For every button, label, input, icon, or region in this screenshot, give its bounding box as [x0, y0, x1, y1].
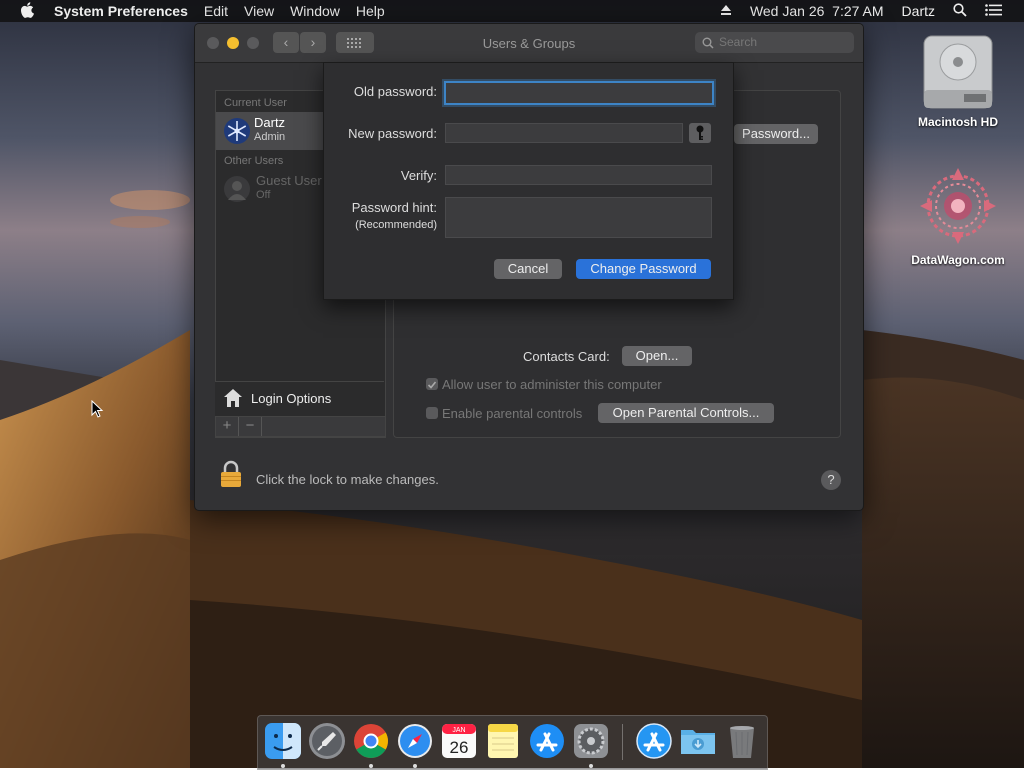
allow-admin-checkbox[interactable] — [426, 378, 438, 390]
notes-icon[interactable] — [484, 722, 522, 760]
verify-label: Verify: — [400, 168, 437, 183]
password-hint-recommended-label: (Recommended) — [355, 219, 437, 231]
notification-center-icon[interactable] — [985, 3, 1002, 19]
chrome-icon[interactable] — [352, 722, 390, 760]
login-options-item[interactable]: Login Options — [215, 381, 384, 416]
new-password-field[interactable] — [445, 123, 683, 143]
calendar-icon[interactable]: JAN 26 — [440, 722, 478, 760]
menu-app-name[interactable]: System Preferences — [54, 3, 188, 19]
add-user-button[interactable]: + — [216, 417, 239, 436]
datawagon-logo-icon — [920, 168, 996, 244]
current-user-header: Current User — [224, 97, 287, 109]
checkmark-icon — [427, 381, 437, 389]
eject-icon[interactable] — [720, 3, 732, 19]
spotlight-search-icon[interactable] — [953, 2, 967, 20]
parental-controls-label: Enable parental controls — [442, 406, 583, 421]
desktop-icon-datawagon[interactable]: DataWagon.com — [903, 166, 1013, 267]
menu-window[interactable]: Window — [290, 3, 340, 19]
house-icon — [224, 389, 242, 407]
running-indicator — [369, 764, 373, 768]
safari-icon[interactable] — [396, 722, 434, 760]
guest-user-status: Off — [256, 189, 271, 201]
password-hint-label: Password hint: — [351, 200, 437, 215]
remove-user-button[interactable]: − — [239, 417, 262, 436]
desktop-icon-label: DataWagon.com — [911, 253, 1005, 267]
menu-view[interactable]: View — [244, 3, 274, 19]
desktop-icon-label: Macintosh HD — [917, 115, 998, 129]
search-icon — [702, 37, 714, 49]
user-name: Dartz — [254, 115, 286, 130]
change-password-button[interactable]: Password... — [734, 124, 818, 144]
contacts-card-label: Contacts Card: — [523, 349, 610, 364]
app-store-icon[interactable] — [528, 722, 566, 760]
hard-drive-icon — [923, 35, 993, 109]
calendar-month: JAN — [452, 727, 465, 734]
other-users-header: Other Users — [224, 155, 284, 167]
dock: JAN 26 — [257, 715, 768, 770]
menubar-user[interactable]: Dartz — [902, 3, 935, 19]
trash-icon[interactable] — [723, 722, 761, 760]
dock-separator — [622, 724, 623, 760]
downloads-folder-icon[interactable] — [679, 722, 717, 760]
window-titlebar[interactable]: ‹ › Users & Groups Search — [195, 24, 863, 63]
password-hint-field[interactable] — [445, 197, 712, 238]
guest-avatar-icon — [224, 176, 250, 202]
user-role: Admin — [254, 131, 286, 143]
running-indicator — [281, 764, 285, 768]
old-password-label: Old password: — [353, 84, 437, 99]
menubar: System Preferences Edit View Window Help… — [0, 0, 1024, 22]
open-contacts-button[interactable]: Open... — [622, 346, 692, 366]
desktop-icon-macintosh-hd[interactable]: Macintosh HD — [903, 32, 1013, 129]
finder-icon[interactable] — [264, 722, 302, 760]
mouse-cursor-icon — [91, 400, 104, 418]
window-footer: Click the lock to make changes. ? — [195, 450, 863, 510]
menu-help[interactable]: Help — [356, 3, 385, 19]
help-button[interactable]: ? — [821, 470, 841, 490]
menubar-clock[interactable]: Wed Jan 26 7:27 AM — [750, 3, 884, 19]
lock-message: Click the lock to make changes. — [256, 472, 439, 487]
guest-user-name: Guest User — [256, 173, 322, 188]
snowflake-avatar-icon — [224, 118, 250, 144]
open-parental-controls-button[interactable]: Open Parental Controls... — [598, 403, 774, 423]
change-password-confirm-button[interactable]: Change Password — [576, 259, 711, 279]
menu-edit[interactable]: Edit — [204, 3, 228, 19]
change-password-sheet: Old password: New password: Verify: Pass… — [323, 62, 734, 300]
running-indicator — [413, 764, 417, 768]
parental-controls-checkbox[interactable] — [426, 407, 438, 419]
allow-admin-label: Allow user to administer this computer — [442, 377, 662, 392]
app-store-download-icon[interactable] — [635, 722, 673, 760]
system-preferences-icon[interactable] — [572, 722, 610, 760]
launchpad-icon[interactable] — [308, 722, 346, 760]
cancel-button[interactable]: Cancel — [494, 259, 562, 279]
login-options-label: Login Options — [251, 391, 332, 406]
apple-menu-icon[interactable] — [20, 1, 38, 21]
add-remove-bar: + − — [215, 416, 386, 437]
new-password-label: New password: — [348, 126, 437, 141]
search-placeholder: Search — [719, 35, 758, 49]
verify-password-field[interactable] — [445, 165, 712, 185]
menubar-right: Wed Jan 26 7:27 AM Dartz — [720, 0, 1024, 22]
lock-icon[interactable] — [219, 460, 243, 493]
search-field[interactable]: Search — [695, 32, 854, 53]
calendar-day: 26 — [450, 738, 469, 757]
password-assistant-key-icon[interactable] — [689, 123, 711, 143]
running-indicator — [589, 764, 593, 768]
old-password-field[interactable] — [444, 81, 714, 105]
